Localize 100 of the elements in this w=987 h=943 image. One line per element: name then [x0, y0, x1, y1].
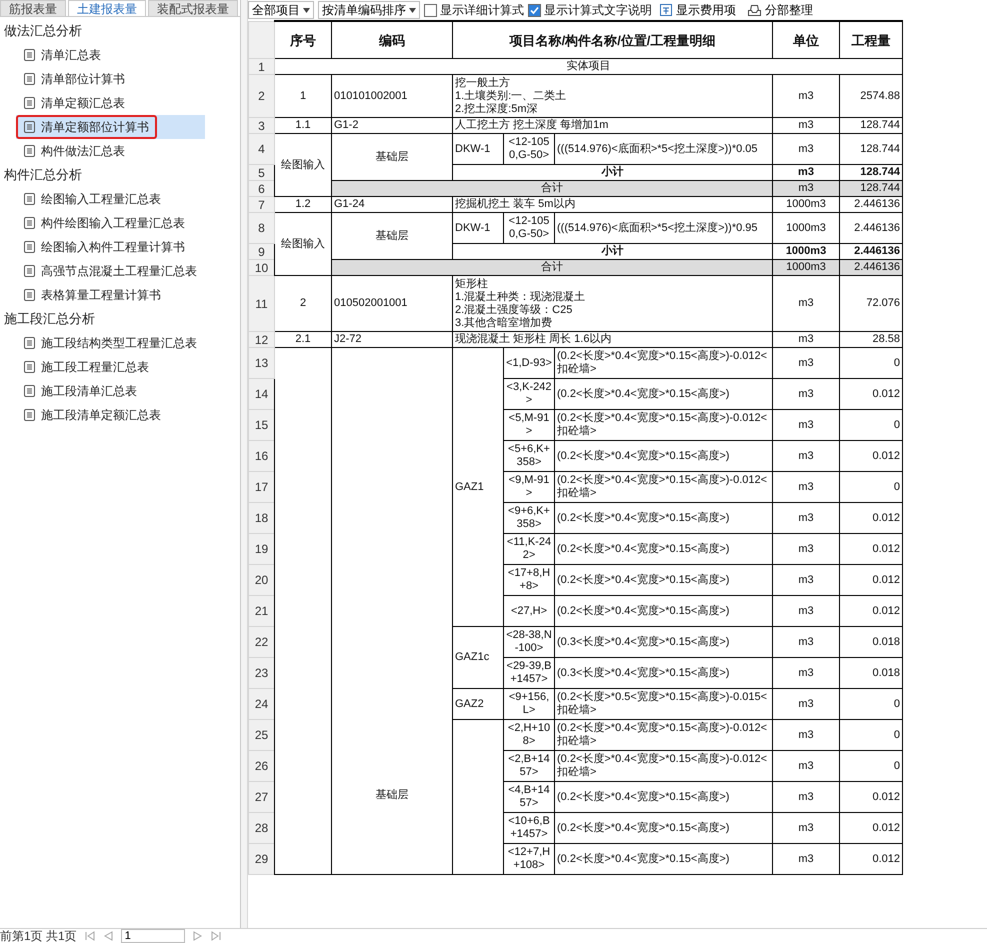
checkbox[interactable]: [424, 4, 437, 16]
group-title[interactable]: 构件汇总分析: [0, 163, 240, 187]
table-cell: 128.744: [840, 164, 902, 180]
last-page-button[interactable]: [210, 931, 221, 941]
list-icon: [24, 217, 35, 229]
row-number: 14: [248, 378, 274, 410]
table-cell: m3: [772, 118, 840, 134]
table-cell: 0.012: [840, 378, 902, 410]
page-input[interactable]: 1: [120, 929, 185, 943]
splitter-bar[interactable]: [241, 0, 248, 928]
table-cell: G1-24: [332, 196, 452, 212]
report-item[interactable]: 清单定额汇总表: [16, 91, 205, 115]
report-item[interactable]: 清单汇总表: [16, 43, 205, 67]
table-cell: 1000m3: [772, 212, 840, 244]
report-item[interactable]: 高强节点混凝土工程量汇总表: [16, 259, 205, 283]
table-cell: 0.018: [840, 626, 902, 658]
checkbox[interactable]: [528, 4, 541, 16]
table-cell: (0.2<长度>*0.4<宽度>*0.15<高度>): [554, 534, 772, 564]
report-item[interactable]: 清单定额部位计算书: [16, 115, 205, 139]
toolbar-button[interactable]: 显示费用项: [656, 2, 740, 18]
report-item[interactable]: 施工段工程量汇总表: [16, 355, 205, 379]
table-cell: 128.744: [840, 134, 902, 164]
report-item[interactable]: 施工段清单汇总表: [16, 379, 205, 403]
table-cell: (0.3<长度>*0.4<宽度>*0.15<高度>): [554, 626, 772, 658]
table-cell: m3: [772, 378, 840, 410]
list-icon: [24, 385, 35, 397]
table-cell: 0.018: [840, 658, 902, 688]
table-cell: 0: [840, 720, 902, 750]
toolbar-button[interactable]: 分部整理: [744, 2, 817, 18]
row-number: 9: [248, 244, 274, 260]
report-item[interactable]: 绘图输入构件工程量计算书: [16, 235, 205, 259]
report-item[interactable]: 施工段清单定额汇总表: [16, 403, 205, 427]
table-cell: 0.012: [840, 812, 902, 844]
table-cell: 0.012: [840, 564, 902, 596]
row-number: 12: [248, 332, 274, 348]
table-cell: 0.012: [840, 534, 902, 564]
row-number: 17: [248, 472, 274, 502]
report-item[interactable]: 绘图输入工程量汇总表: [16, 187, 205, 211]
table-cell: <12-1050,G-50>: [504, 212, 554, 244]
row-number: 6: [248, 180, 274, 196]
table-cell: (0.2<长度>*0.4<宽度>*0.15<高度>): [554, 782, 772, 812]
report-item[interactable]: 施工段结构类型工程量汇总表: [16, 331, 205, 355]
scope-dropdown[interactable]: 全部项目: [248, 1, 314, 19]
table-cell: m3: [772, 564, 840, 596]
table-cell: (0.2<长度>*0.4<宽度>*0.15<高度>)-0.012<扣砼墙>: [554, 472, 772, 502]
table-cell: DKW-1: [452, 212, 504, 244]
table-cell: 基础层: [332, 348, 452, 874]
group-title[interactable]: 施工段汇总分析: [0, 307, 240, 331]
report-item[interactable]: 构件做法汇总表: [16, 139, 205, 163]
table-cell: m3: [772, 750, 840, 782]
table-cell: m3: [772, 688, 840, 720]
table-cell: 2.446136: [840, 244, 902, 260]
table-cell: 0: [840, 750, 902, 782]
table-cell: J2-72: [332, 332, 452, 348]
list-icon: [24, 361, 35, 373]
report-tab[interactable]: 筋报表量: [0, 0, 66, 16]
table-cell: 挖掘机挖土 装车 5m以内: [452, 196, 772, 212]
table-cell: <27,H>: [504, 596, 554, 626]
row-number: 15: [248, 410, 274, 440]
table-cell: m3: [772, 276, 840, 332]
table-cell: G1-2: [332, 118, 452, 134]
table-cell: 0.012: [840, 502, 902, 534]
table-cell: m3: [772, 134, 840, 164]
table-cell: 小计: [452, 164, 772, 180]
first-page-button[interactable]: [84, 931, 95, 941]
table-cell: 2.1: [274, 332, 332, 348]
row-number: 21: [248, 596, 274, 626]
table-cell: <5,M-91>: [504, 410, 554, 440]
list-icon: [24, 145, 35, 157]
table-cell: <9+6,K+358>: [504, 502, 554, 534]
table-cell: 2574.88: [840, 74, 902, 118]
report-tab[interactable]: 装配式报表量: [148, 0, 238, 16]
row-number: 13: [248, 348, 274, 378]
row-number: 19: [248, 534, 274, 564]
row-number: 1: [248, 58, 274, 74]
table-cell: 2: [274, 276, 332, 332]
table-cell: m3: [772, 626, 840, 658]
table-cell: m3: [772, 596, 840, 626]
list-icon: [24, 337, 35, 349]
list-icon: [24, 73, 35, 85]
report-tab[interactable]: 土建报表量: [68, 0, 146, 16]
previous-page-button[interactable]: [102, 931, 113, 941]
table-cell: <17+8,H+8>: [504, 564, 554, 596]
table-cell: m3: [772, 440, 840, 472]
table-cell: 合计: [332, 260, 772, 276]
table-cell: (0.2<长度>*0.4<宽度>*0.15<高度>): [554, 844, 772, 874]
list-icon: [24, 265, 35, 277]
table-cell: m3: [772, 782, 840, 812]
group-title[interactable]: 做法汇总分析: [0, 19, 240, 43]
next-page-button[interactable]: [192, 931, 203, 941]
table-cell: 2.446136: [840, 196, 902, 212]
table-cell: <10+6,B+1457>: [504, 812, 554, 844]
table-cell: <12-1050,G-50>: [504, 134, 554, 164]
table-cell: (0.2<长度>*0.4<宽度>*0.15<高度>): [554, 812, 772, 844]
table-cell: (0.2<长度>*0.5<宽度>*0.15<高度>)-0.015<扣砼墙>: [554, 688, 772, 720]
table-cell: (((514.976)<底面积>*5<挖土深度>))*0.95: [554, 212, 772, 244]
sort-dropdown[interactable]: 按清单编码排序: [318, 1, 420, 19]
report-item[interactable]: 表格算量工程量计算书: [16, 283, 205, 307]
report-item[interactable]: 构件绘图输入工程量汇总表: [16, 211, 205, 235]
report-item[interactable]: 清单部位计算书: [16, 67, 205, 91]
